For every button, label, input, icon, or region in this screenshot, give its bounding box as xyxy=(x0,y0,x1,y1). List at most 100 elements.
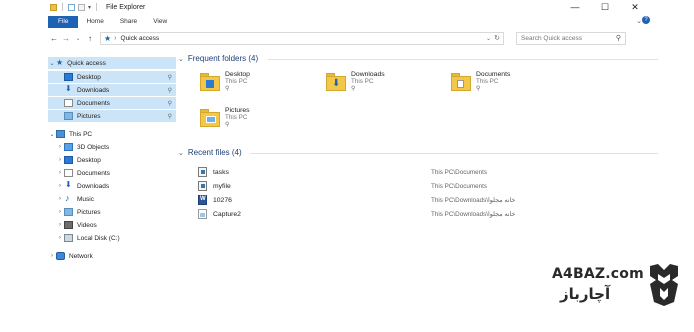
address-row: ← → ⌄ ↑ ★ › Quick access ⌄ ↻ ⚲ xyxy=(48,31,648,45)
nav-label: Videos xyxy=(77,221,97,229)
properties-icon[interactable] xyxy=(68,3,75,11)
frequent-folders-header[interactable]: ⌄ Frequent folders (4) xyxy=(178,54,258,63)
folder-location: This PC xyxy=(351,78,374,85)
nav-label: Pictures xyxy=(77,112,101,120)
search-icon[interactable]: ⚲ xyxy=(616,34,621,42)
nav-videos[interactable]: › Videos xyxy=(48,219,176,231)
folder-location: This PC xyxy=(225,78,248,85)
address-dropdown-icon[interactable]: ⌄ xyxy=(486,35,491,42)
new-folder-icon[interactable] xyxy=(78,3,85,11)
drive-icon xyxy=(64,234,73,242)
downloads-icon xyxy=(64,180,73,190)
nav-desktop[interactable]: › Desktop xyxy=(48,154,176,166)
tab-file[interactable]: File xyxy=(48,16,79,28)
ribbon-tabs: File Home Share View xyxy=(48,16,175,28)
nav-label: Network xyxy=(69,252,93,260)
recent-locations-icon[interactable]: ⌄ xyxy=(72,35,84,42)
image-file-icon xyxy=(198,209,207,219)
recent-file-row[interactable]: myfile This PC\Documents xyxy=(198,180,658,192)
folder-tile-pictures[interactable]: Pictures This PC ⚲ xyxy=(200,107,310,137)
nav-label: Quick access xyxy=(67,59,106,67)
3d-objects-icon xyxy=(64,143,73,151)
recent-file-row[interactable]: 10276 This PC\Downloads\خانه مجلوا xyxy=(198,194,658,206)
nav-documents-pinned[interactable]: Documents ⚲ xyxy=(48,97,176,109)
nav-documents[interactable]: › Documents xyxy=(48,167,176,179)
collapse-arrow-icon[interactable]: ⌄ xyxy=(48,60,56,67)
customize-toolbar-icon[interactable]: ▾ xyxy=(88,4,91,11)
watermark-persian-text: آچارباز xyxy=(560,285,611,303)
file-path: This PC\Downloads\خانه مجلوا xyxy=(431,210,516,218)
folder-tile-downloads[interactable]: ⬇ Downloads This PC ⚲ xyxy=(326,71,436,101)
file-name: Capture2 xyxy=(213,210,241,218)
folder-tile-documents[interactable]: Documents This PC ⚲ xyxy=(451,71,561,101)
nav-network[interactable]: › Network xyxy=(48,250,176,262)
folder-tile-desktop[interactable]: Desktop This PC ⚲ xyxy=(200,71,310,101)
expand-arrow-icon[interactable]: › xyxy=(56,170,64,176)
up-arrow-icon[interactable]: ↑ xyxy=(84,34,96,43)
tab-share[interactable]: Share xyxy=(112,16,145,28)
search-input[interactable] xyxy=(521,34,611,42)
search-box[interactable]: ⚲ xyxy=(516,31,626,45)
quick-access-star-icon: ★ xyxy=(104,33,112,43)
expand-arrow-icon[interactable]: › xyxy=(56,209,64,215)
nav-pictures[interactable]: › Pictures xyxy=(48,206,176,218)
breadcrumb-quick-access[interactable]: Quick access xyxy=(121,35,160,42)
file-path: This PC\Downloads\خانه مجلوا xyxy=(431,196,516,204)
nav-downloads[interactable]: › Downloads xyxy=(48,180,176,192)
refresh-icon[interactable]: ↻ xyxy=(494,34,500,42)
folder-icon xyxy=(451,73,471,91)
pin-icon: ⚲ xyxy=(476,86,481,92)
watermark: A4BAZ.com آچارباز xyxy=(546,260,686,310)
nav-music[interactable]: › Music xyxy=(48,193,176,205)
nav-this-pc[interactable]: ⌄ This PC xyxy=(48,128,176,140)
music-icon xyxy=(64,193,73,203)
expand-arrow-icon[interactable]: › xyxy=(56,144,64,150)
recent-file-row[interactable]: tasks This PC\Documents xyxy=(198,166,658,178)
navigation-pane: ⌄ ★ Quick access Desktop ⚲ Downloads ⚲ D… xyxy=(48,57,176,267)
folder-icon xyxy=(50,3,57,11)
file-name: tasks xyxy=(213,168,229,176)
collapse-arrow-icon[interactable]: ⌄ xyxy=(48,131,56,138)
nav-label: 3D Objects xyxy=(77,143,110,151)
shield-logo-icon xyxy=(650,264,678,306)
expand-arrow-icon[interactable]: › xyxy=(48,253,56,259)
forward-arrow-icon[interactable]: → xyxy=(60,34,72,43)
breadcrumb-separator-icon[interactable]: › xyxy=(114,35,116,42)
file-name: 10276 xyxy=(213,196,232,204)
nav-label: Pictures xyxy=(77,208,101,216)
expand-arrow-icon[interactable]: › xyxy=(56,222,64,228)
downloads-icon xyxy=(64,84,73,94)
tab-home[interactable]: Home xyxy=(78,16,111,28)
recent-files-header[interactable]: ⌄ Recent files (4) xyxy=(178,148,242,157)
address-bar[interactable]: ★ › Quick access ⌄ ↻ xyxy=(100,31,504,45)
close-button[interactable]: ✕ xyxy=(620,0,650,14)
folder-location: This PC xyxy=(225,114,248,121)
expand-arrow-icon[interactable]: › xyxy=(56,235,64,241)
help-icon[interactable]: ? xyxy=(642,16,650,24)
videos-icon xyxy=(64,221,73,229)
collapse-chevron-icon[interactable]: ⌄ xyxy=(178,55,184,63)
star-icon: ★ xyxy=(56,58,64,67)
minimize-button[interactable]: — xyxy=(560,0,590,14)
nav-quick-access[interactable]: ⌄ ★ Quick access xyxy=(48,57,176,69)
title-bar: ▾ File Explorer — ☐ ✕ xyxy=(0,0,694,14)
expand-arrow-icon[interactable]: › xyxy=(56,157,64,163)
maximize-button[interactable]: ☐ xyxy=(590,0,620,14)
desktop-icon xyxy=(64,156,73,164)
expand-arrow-icon[interactable]: › xyxy=(56,183,64,189)
pin-icon: ⚲ xyxy=(167,113,172,120)
nav-3d-objects[interactable]: › 3D Objects xyxy=(48,141,176,153)
nav-downloads-pinned[interactable]: Downloads ⚲ xyxy=(48,84,176,96)
expand-arrow-icon[interactable]: › xyxy=(56,196,64,202)
collapse-chevron-icon[interactable]: ⌄ xyxy=(178,149,184,157)
back-arrow-icon[interactable]: ← xyxy=(48,34,60,43)
documents-icon xyxy=(64,99,73,107)
tab-view[interactable]: View xyxy=(145,16,175,28)
nav-desktop-pinned[interactable]: Desktop ⚲ xyxy=(48,71,176,83)
recent-file-row[interactable]: Capture2 This PC\Downloads\خانه مجلوا xyxy=(198,208,658,220)
section-title: Recent files (4) xyxy=(187,148,242,157)
nav-local-disk[interactable]: › Local Disk (C:) xyxy=(48,232,176,244)
toolbar-divider xyxy=(96,3,98,11)
folder-name: Downloads xyxy=(351,71,385,78)
nav-pictures-pinned[interactable]: Pictures ⚲ xyxy=(48,110,176,122)
